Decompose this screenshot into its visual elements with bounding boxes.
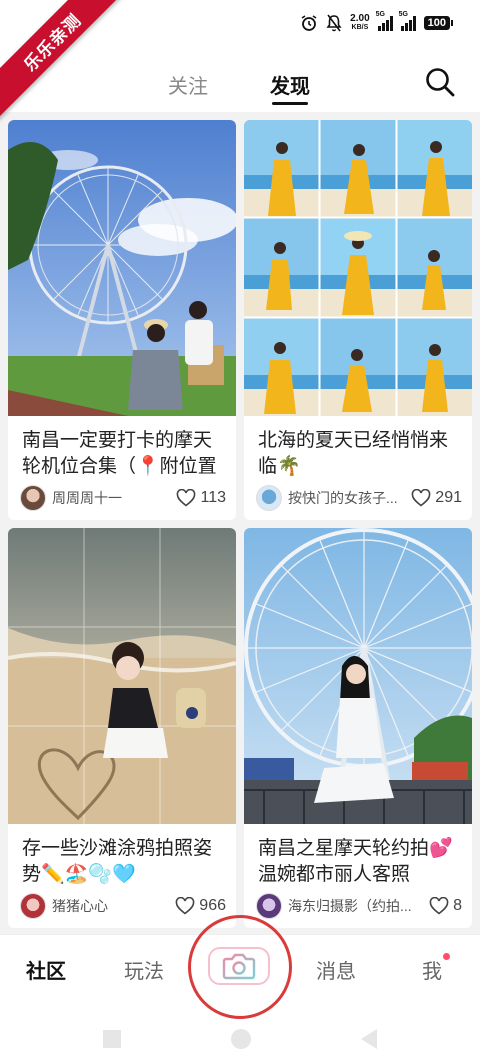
net-speed: 2.00 KB/S [350, 14, 369, 32]
heart-icon [175, 897, 195, 915]
card-title: 南昌之星摩天轮约拍💕温婉都市丽人客照 [258, 838, 453, 885]
card-meta: 猪猪心心 966 [20, 892, 226, 920]
card-image-beach-grid [244, 120, 472, 416]
card-meta: 周周周十一 113 [20, 484, 226, 512]
card-image-ferris-wheel-couple [8, 120, 236, 416]
like-count: 113 [200, 489, 226, 506]
mute-icon [326, 14, 342, 32]
avatar[interactable] [20, 893, 46, 919]
nav-me[interactable]: 我 [422, 953, 450, 984]
card-author[interactable]: 猪猪心心 [52, 896, 169, 916]
like-count: 291 [435, 489, 462, 506]
avatar[interactable] [256, 893, 282, 919]
heart-icon [411, 489, 431, 507]
nav-messages[interactable]: 消息 [316, 955, 356, 984]
like-button[interactable]: 8 [429, 897, 462, 915]
like-count: 966 [199, 897, 226, 914]
like-button[interactable]: 966 [175, 897, 226, 915]
camera-icon [222, 953, 256, 980]
top-nav: 关注 发现 [0, 52, 480, 112]
search-button[interactable] [424, 66, 456, 98]
card-title: 南昌一定要打卡的摩天轮机位合集（📍附位置 [22, 430, 217, 477]
card-title: 存一些沙滩涂鸦拍照姿势✏️🏖️🫧🩵 [22, 838, 213, 885]
card-image-sand-heart [8, 528, 236, 824]
feed-card[interactable]: 南昌一定要打卡的摩天轮机位合集（📍附位置 周周周十一 113 [8, 120, 236, 520]
net-speed-unit: KB/S [351, 24, 369, 31]
alarm-icon [300, 14, 318, 32]
signal-1-icon: 5G [376, 11, 393, 31]
back-icon[interactable] [361, 1029, 377, 1049]
card-author[interactable]: 按快门的女孩子... [288, 488, 405, 508]
avatar[interactable] [256, 485, 282, 511]
net-speed-value: 2.00 [350, 13, 370, 24]
like-count: 8 [453, 897, 462, 914]
status-icons: 2.00 KB/S 5G 5G 100 [300, 11, 454, 32]
signal-2-icon: 5G [399, 11, 416, 31]
recents-icon[interactable] [103, 1030, 121, 1048]
tab-discover[interactable]: 发现 [270, 70, 310, 99]
avatar[interactable] [20, 485, 46, 511]
bottom-nav: 社区 玩法 消息 我 [0, 915, 480, 1056]
signal-1-label: 5G [375, 11, 385, 18]
like-button[interactable]: 291 [411, 489, 462, 507]
feed-card[interactable]: 北海的夏天已经悄悄来临🌴 按快门的女孩子... 291 [244, 120, 472, 520]
notification-dot [443, 953, 450, 960]
tab-follow[interactable]: 关注 [168, 70, 208, 99]
search-icon [426, 68, 455, 97]
battery-indicator: 100 [423, 16, 454, 30]
nav-me-label: 我 [422, 961, 442, 983]
feed-card[interactable]: 南昌之星摩天轮约拍💕温婉都市丽人客照 海东归摄影（约拍... 8 [244, 528, 472, 928]
system-nav-bar [0, 1021, 480, 1056]
discover-feed[interactable]: 南昌一定要打卡的摩天轮机位合集（📍附位置 周周周十一 113 北海的夏天已经悄悄… [0, 112, 480, 934]
card-title: 北海的夏天已经悄悄来临🌴 [258, 430, 449, 477]
card-meta: 按快门的女孩子... 291 [256, 484, 462, 512]
card-author[interactable]: 周周周十一 [52, 488, 170, 508]
camera-button[interactable] [208, 947, 270, 985]
active-tab-indicator [272, 102, 308, 105]
signal-2-label: 5G [398, 11, 408, 18]
card-image-ferris-wheel-portrait [244, 528, 472, 824]
heart-icon [177, 489, 196, 507]
heart-icon [429, 897, 449, 915]
nav-community[interactable]: 社区 [26, 955, 66, 984]
card-author[interactable]: 海东归摄影（约拍... [288, 896, 423, 916]
status-bar: 乐乐亲测 2.00 KB/S 5G 5G 100 [0, 0, 480, 121]
feed-card[interactable]: 存一些沙滩涂鸦拍照姿势✏️🏖️🫧🩵 猪猪心心 966 [8, 528, 236, 928]
like-button[interactable]: 113 [176, 489, 226, 507]
nav-play[interactable]: 玩法 [124, 955, 164, 984]
home-icon[interactable] [231, 1029, 251, 1049]
card-meta: 海东归摄影（约拍... 8 [256, 892, 462, 920]
